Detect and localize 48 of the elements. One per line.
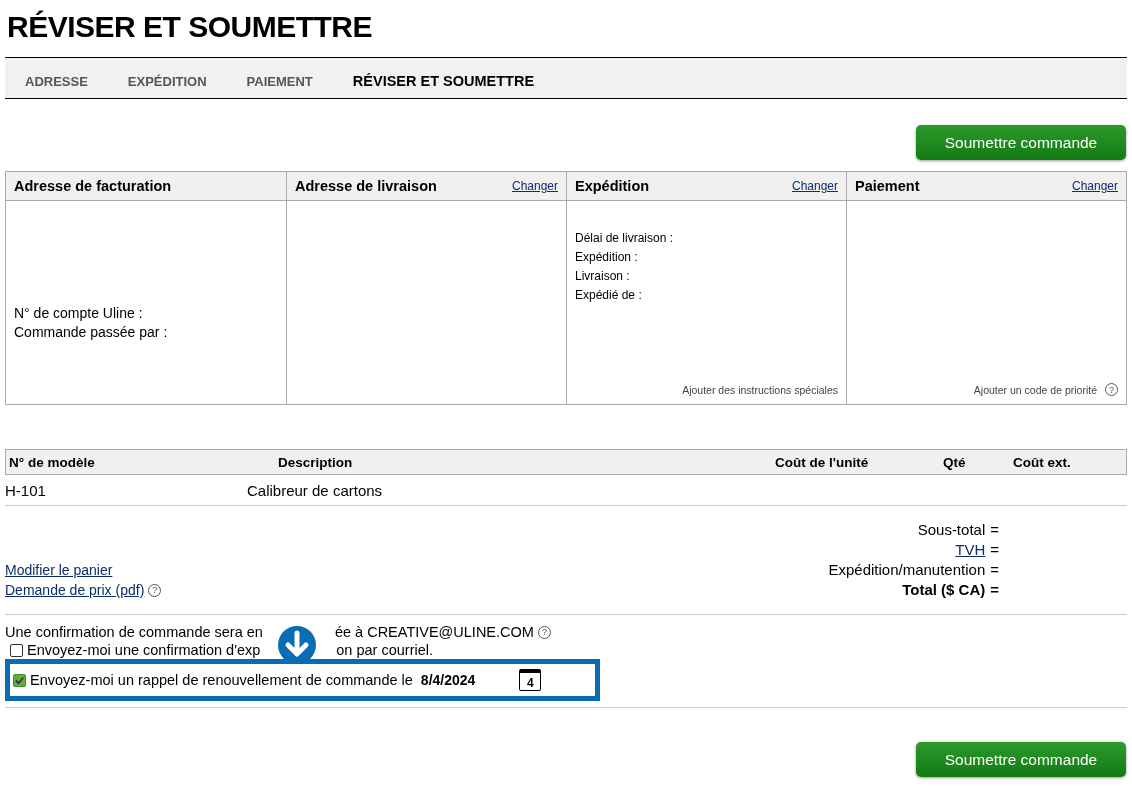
step-tab[interactable]: EXPÉDITION bbox=[127, 67, 207, 89]
checkbox[interactable] bbox=[10, 643, 23, 657]
table-cell-text: H-101 bbox=[5, 481, 47, 499]
panel-title: Paiement bbox=[855, 178, 920, 194]
equals-sign: = bbox=[990, 580, 999, 600]
option-label: Envoyez-moi un rappel de renouvellement de commande le bbox=[30, 672, 413, 688]
page-title: RÉVISER ET SOUMETTRE bbox=[6, 9, 374, 45]
field-label: Délai de livraison : bbox=[575, 230, 675, 247]
calendar-icon[interactable]: 4 bbox=[519, 669, 542, 691]
panel-footer-link[interactable]: Ajouter des instructions spéciales bbox=[682, 384, 838, 396]
change-link[interactable]: Changer bbox=[1071, 179, 1118, 193]
cart-link[interactable]: Demande de prix (pdf) bbox=[5, 582, 145, 598]
confirmation-text: Une confirmation de commande sera en bbox=[5, 624, 263, 640]
panel-title: Adresse de livraison bbox=[295, 178, 437, 194]
submit-order-button[interactable]: Soumettre commande bbox=[916, 125, 1126, 160]
total-label: Total ($ CA) bbox=[902, 580, 986, 600]
field-label: Expédié de : bbox=[575, 287, 643, 304]
equals-sign: = bbox=[990, 540, 999, 560]
total-label: Expédition/manutention bbox=[828, 560, 986, 580]
equals-sign: = bbox=[990, 520, 999, 540]
step-tab[interactable]: RÉVISER ET SOUMETTRE bbox=[352, 67, 535, 89]
step-tab[interactable]: PAIEMENT bbox=[246, 67, 313, 89]
checkbox[interactable] bbox=[13, 673, 26, 687]
table-cell-text: Calibreur de cartons bbox=[247, 481, 384, 499]
option-label: on par courriel. bbox=[336, 642, 433, 658]
step-tab[interactable]: ADRESSE bbox=[25, 67, 88, 89]
cart-link[interactable]: Modifier le panier bbox=[5, 562, 113, 578]
field-label: Expédition : bbox=[575, 249, 639, 266]
column-header: N° de modèle bbox=[9, 454, 96, 470]
field-label: N° de compte Uline : bbox=[14, 304, 144, 323]
field-label: Livraison : bbox=[575, 268, 631, 285]
panel-title: Expédition bbox=[575, 178, 650, 194]
column-header: Coût de l'unité bbox=[775, 454, 870, 470]
panel-footer-link[interactable]: Ajouter un code de priorité bbox=[973, 383, 1097, 396]
tax-link[interactable]: TVH bbox=[955, 540, 986, 560]
column-header: Description bbox=[278, 454, 354, 470]
panel-title: Adresse de facturation bbox=[14, 178, 172, 194]
confirmation-text: ée à CREATIVE@ULINE.COM bbox=[334, 624, 534, 640]
submit-order-button[interactable]: Soumettre commande bbox=[916, 742, 1126, 777]
date-field[interactable]: 8/4/2024 bbox=[420, 672, 476, 688]
change-link[interactable]: Changer bbox=[791, 179, 838, 193]
option-label: Envoyez-moi une confirmation d'exp bbox=[27, 642, 261, 658]
total-label: Sous-total bbox=[917, 520, 986, 540]
change-link[interactable]: Changer bbox=[511, 179, 558, 193]
field-label: Commande passée par : bbox=[14, 323, 169, 342]
equals-sign: = bbox=[990, 560, 999, 580]
column-header: Coût ext. bbox=[1013, 454, 1072, 470]
column-header: Qté bbox=[943, 454, 967, 470]
